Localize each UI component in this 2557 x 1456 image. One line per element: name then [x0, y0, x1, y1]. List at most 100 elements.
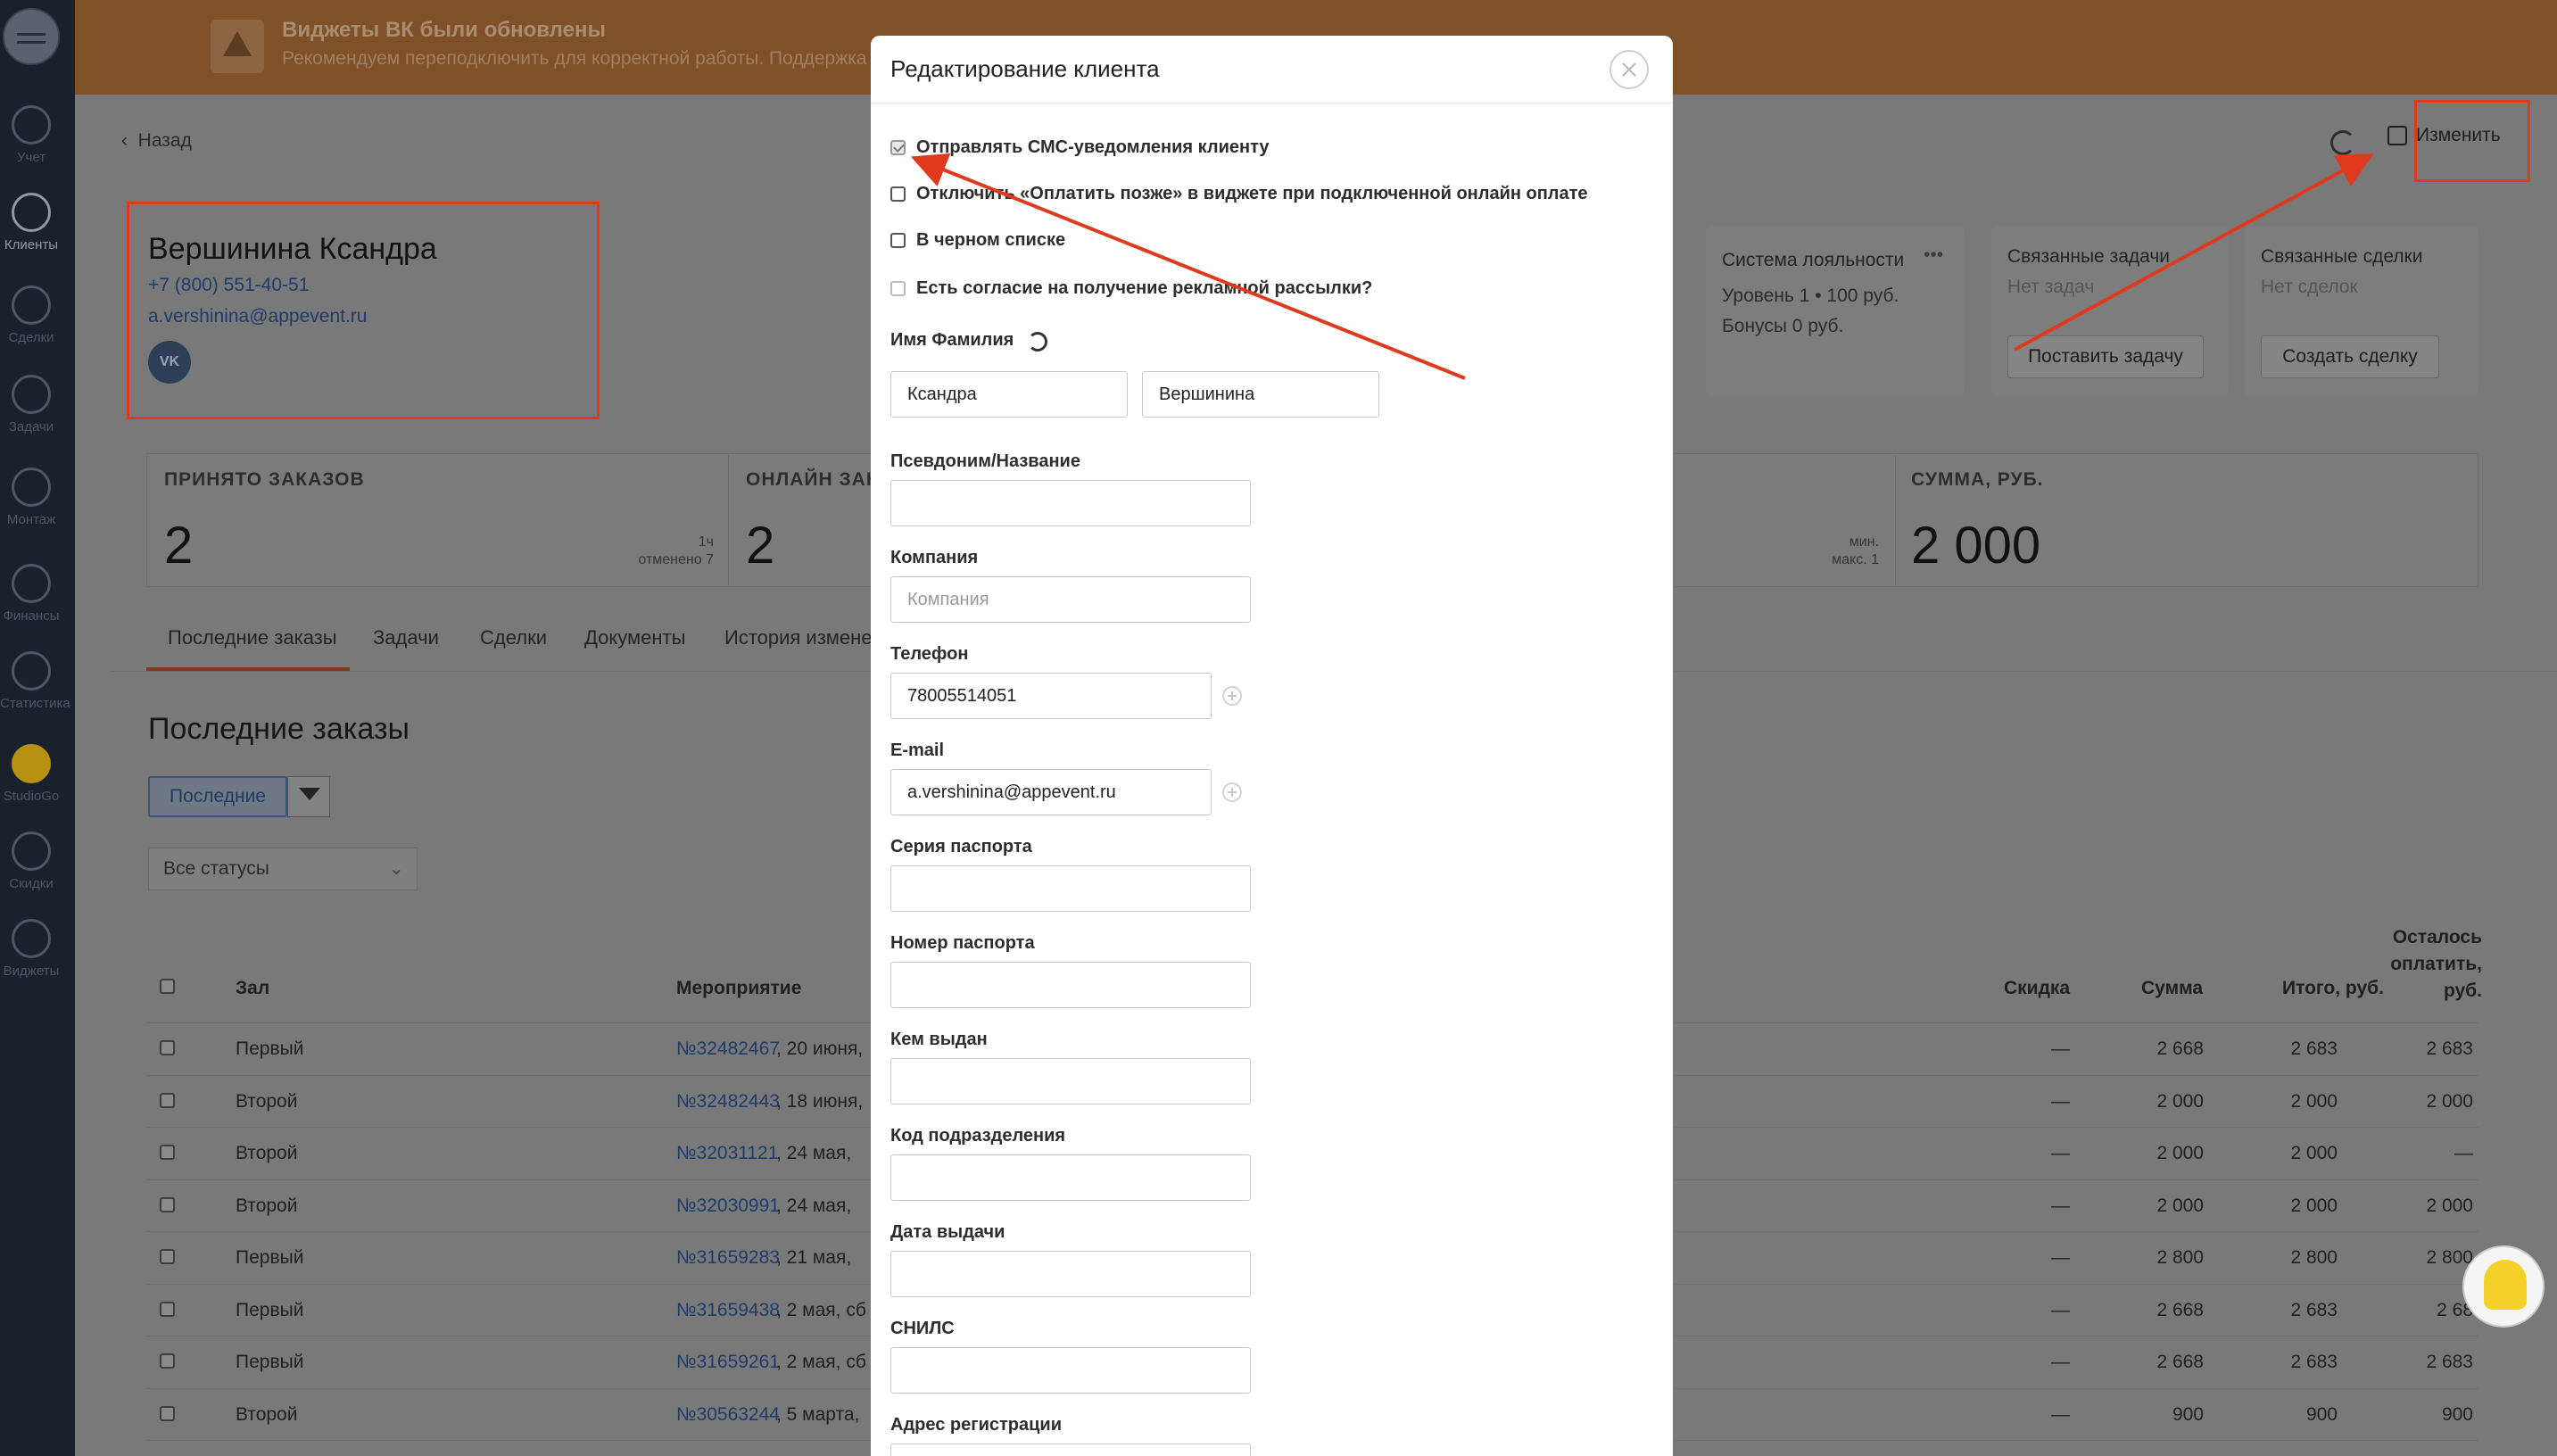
- reg-address-field[interactable]: [890, 1444, 1251, 1456]
- row-order-link[interactable]: №30563244: [676, 1404, 780, 1426]
- row-date: , 20 июня,: [776, 1038, 864, 1059]
- disable-pay-later-checkbox-row[interactable]: Отключить «Оплатить позже» в виджете при…: [890, 184, 1588, 204]
- division-code-label: Код подразделения: [890, 1126, 1066, 1146]
- phone-field[interactable]: 78005514051: [890, 673, 1212, 719]
- tab-recent-orders[interactable]: Последние заказы: [168, 626, 337, 649]
- col-hall: Зал: [236, 978, 270, 998]
- sidebar-item-widgets[interactable]: Виджеты: [0, 919, 62, 979]
- row-checkbox[interactable]: [160, 1249, 175, 1264]
- tab-documents[interactable]: Документы: [584, 626, 685, 649]
- row-remaining: 2 000: [2426, 1195, 2473, 1216]
- issued-by-field[interactable]: [890, 1058, 1251, 1104]
- row-checkbox[interactable]: [160, 1353, 175, 1369]
- reg-address-label: Адрес регистрации: [890, 1415, 1063, 1435]
- logo[interactable]: [3, 8, 60, 65]
- add-phone-icon[interactable]: [1222, 686, 1242, 706]
- row-order-link[interactable]: №31659283: [676, 1247, 780, 1269]
- sidebar-item-discounts[interactable]: Скидки: [0, 831, 62, 891]
- dollar-icon: [12, 564, 51, 603]
- col-discount: Скидка: [2004, 978, 2071, 998]
- email-field[interactable]: a.vershinina@appevent.ru: [890, 769, 1212, 815]
- row-discount: —: [2051, 1091, 2070, 1112]
- snils-field[interactable]: [890, 1347, 1251, 1394]
- row-order-link[interactable]: №32482467: [676, 1038, 780, 1060]
- row-checkbox[interactable]: [160, 1302, 175, 1317]
- sms-notify-checkbox[interactable]: [890, 140, 906, 155]
- row-checkbox[interactable]: [160, 1406, 175, 1421]
- refresh-icon[interactable]: [2330, 130, 2355, 155]
- alias-field[interactable]: [890, 480, 1251, 526]
- company-field[interactable]: Компания: [890, 576, 1251, 623]
- row-hall: Второй: [236, 1404, 298, 1425]
- row-sum: 2 668: [2156, 1300, 2204, 1320]
- passport-number-field[interactable]: [890, 962, 1251, 1008]
- phone-label: Телефон: [890, 644, 969, 664]
- ads-consent-checkbox[interactable]: [890, 281, 906, 296]
- sidebar: Учет Клиенты Сделки Задачи Монтаж Финанс…: [0, 0, 75, 1456]
- name-label: Имя Фамилия: [890, 330, 1014, 350]
- division-code-field[interactable]: [890, 1154, 1251, 1201]
- loyalty-menu-icon[interactable]: •••: [1924, 244, 1943, 266]
- status-select[interactable]: Все статусы ⌄: [148, 848, 418, 890]
- row-checkbox[interactable]: [160, 1145, 175, 1160]
- row-date: , 5 марта,: [776, 1404, 860, 1425]
- chevron-down-icon: ⌄: [388, 858, 404, 879]
- row-total: 2 683: [2290, 1038, 2338, 1059]
- tab-history[interactable]: История изменен: [724, 626, 883, 649]
- row-discount: —: [2051, 1195, 2070, 1216]
- row-order-link[interactable]: №31659261: [676, 1352, 780, 1373]
- row-sum: 900: [2172, 1404, 2204, 1425]
- row-checkbox[interactable]: [160, 1197, 175, 1212]
- ads-consent-checkbox-row[interactable]: Есть согласие на получение рекламной рас…: [890, 278, 1372, 299]
- disable-pay-later-checkbox[interactable]: [890, 186, 906, 202]
- sidebar-item-finance[interactable]: Финансы: [0, 564, 62, 624]
- row-hall: Первый: [236, 1352, 304, 1372]
- row-total: 2 683: [2290, 1300, 2338, 1320]
- row-discount: —: [2051, 1300, 2070, 1320]
- clients-icon: [12, 193, 51, 232]
- back-link[interactable]: ‹ Назад: [121, 130, 192, 152]
- stats-divider: [728, 455, 729, 585]
- row-total: 2 000: [2290, 1195, 2338, 1216]
- col-event: Мероприятие: [676, 978, 802, 998]
- first-name-field[interactable]: Ксандра: [890, 371, 1128, 418]
- assistant-mascot-icon[interactable]: [2462, 1245, 2545, 1328]
- row-order-link[interactable]: №32031121: [676, 1143, 778, 1164]
- row-order-link[interactable]: №32030991: [676, 1195, 780, 1217]
- sidebar-item-clients[interactable]: Клиенты: [0, 193, 62, 252]
- sidebar-item-tasks[interactable]: Задачи: [0, 375, 62, 434]
- select-all-checkbox[interactable]: [160, 979, 175, 994]
- swap-name-icon[interactable]: [1028, 332, 1047, 352]
- banner-title: Виджеты ВК были обновлены: [282, 18, 606, 42]
- create-deal-button[interactable]: Создать сделку: [2261, 335, 2439, 378]
- row-date: , 24 мая,: [776, 1195, 852, 1216]
- add-task-button[interactable]: Поставить задачу: [2007, 335, 2204, 378]
- row-sum: 2 000: [2156, 1143, 2204, 1163]
- blacklist-checkbox-row[interactable]: В черном списке: [890, 230, 1065, 251]
- sidebar-item-studiogo[interactable]: StudioGo: [0, 744, 62, 804]
- sidebar-item-statistics[interactable]: Статистика: [0, 651, 70, 711]
- row-checkbox[interactable]: [160, 1040, 175, 1055]
- row-hall: Первый: [236, 1300, 304, 1320]
- row-date: , 18 июня,: [776, 1091, 864, 1112]
- sidebar-item-deals[interactable]: Сделки: [0, 285, 62, 345]
- sidebar-item-accounting[interactable]: Учет: [0, 105, 62, 165]
- row-total: 900: [2305, 1404, 2338, 1425]
- issue-date-field[interactable]: [890, 1251, 1251, 1297]
- filter-icon[interactable]: [287, 776, 330, 817]
- edit-client-modal: Редактирование клиента Отправлять СМС-ув…: [871, 36, 1673, 1456]
- passport-series-field[interactable]: [890, 865, 1251, 912]
- filter-recent-pill[interactable]: Последние: [148, 776, 287, 817]
- close-icon[interactable]: [1610, 50, 1649, 89]
- add-email-icon[interactable]: [1222, 782, 1242, 802]
- last-name-field[interactable]: Вершинина: [1142, 371, 1379, 418]
- tab-tasks[interactable]: Задачи: [373, 626, 439, 649]
- row-date: , 2 мая, сб: [776, 1300, 866, 1320]
- row-order-link[interactable]: №31659438: [676, 1300, 780, 1321]
- blacklist-checkbox[interactable]: [890, 233, 906, 248]
- sidebar-item-montage[interactable]: Монтаж: [0, 467, 62, 527]
- row-order-link[interactable]: №32482443: [676, 1091, 780, 1113]
- sms-notify-checkbox-row[interactable]: Отправлять СМС-уведомления клиенту: [890, 137, 1270, 158]
- tab-deals[interactable]: Сделки: [480, 626, 547, 649]
- row-checkbox[interactable]: [160, 1093, 175, 1108]
